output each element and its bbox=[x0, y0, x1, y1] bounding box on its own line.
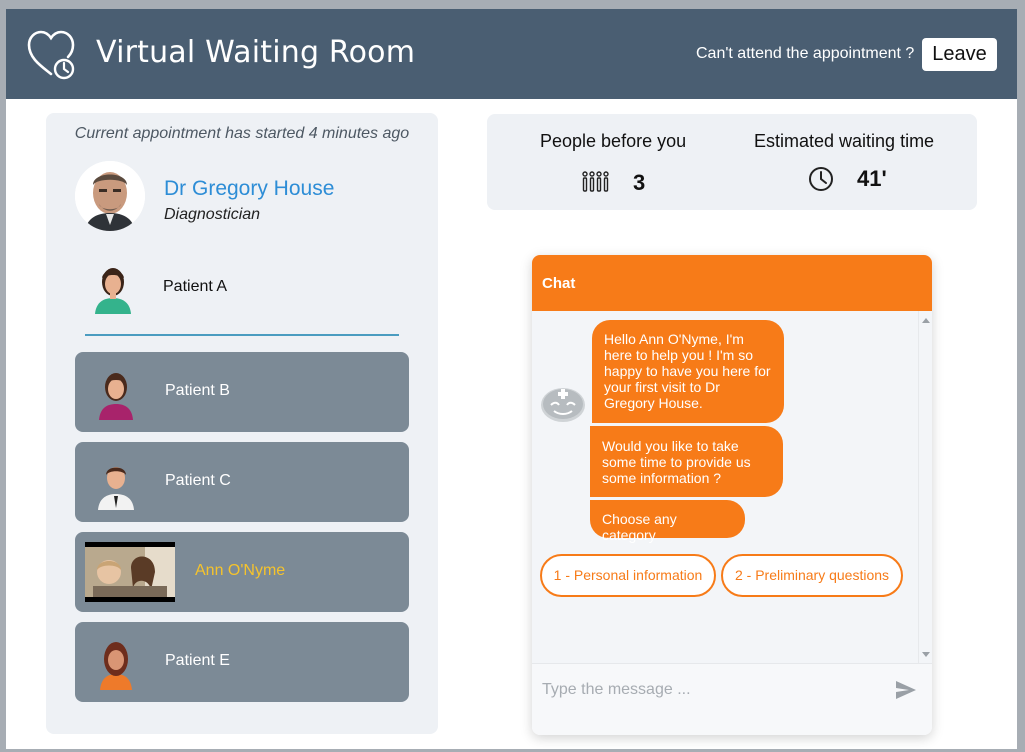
appointment-panel: Current appointment has started 4 minute… bbox=[46, 113, 438, 734]
doctor-portrait-icon bbox=[75, 161, 145, 231]
waiting-time-label: Estimated waiting time bbox=[754, 131, 935, 151]
chat-scrollbar[interactable] bbox=[918, 311, 932, 663]
current-patient-name: Patient A bbox=[163, 278, 228, 295]
cant-attend-text: Can't attend the appointment ? bbox=[696, 45, 915, 62]
woman-avatar-icon bbox=[99, 373, 133, 420]
people-before-label: People before you bbox=[540, 131, 687, 151]
waiting-stats: People before you 3 Estimated waiting ti… bbox=[487, 114, 977, 210]
option-personal-information-button[interactable]: 1 - Personal information bbox=[540, 554, 716, 597]
chat-header: Chat bbox=[532, 255, 932, 311]
chat-message: Choose any category bbox=[590, 500, 745, 543]
chat-footer bbox=[532, 715, 932, 735]
clock-icon bbox=[809, 167, 833, 191]
app-title: Virtual Waiting Room bbox=[96, 35, 416, 70]
top-bar: Virtual Waiting Room Can't attend the ap… bbox=[6, 9, 1017, 99]
chat-message: Would you like to take some time to prov… bbox=[590, 426, 783, 497]
queue-patient-name: Patient C bbox=[165, 472, 231, 489]
queue-item: Patient E bbox=[75, 622, 409, 702]
scroll-down-arrow-icon[interactable] bbox=[922, 652, 930, 657]
queue-item: Patient B bbox=[75, 352, 409, 432]
girl-avatar-icon bbox=[100, 642, 132, 690]
people-before-value: 3 bbox=[633, 170, 646, 195]
divider bbox=[85, 334, 399, 336]
man-avatar-icon bbox=[98, 467, 134, 510]
waiting-time-value: 41' bbox=[857, 166, 887, 191]
people-queue-icon bbox=[582, 171, 609, 192]
queue-patient-name: Patient E bbox=[165, 652, 230, 669]
chat-input-bar bbox=[532, 663, 932, 715]
video-thumbnail bbox=[85, 542, 175, 602]
chat-widget: Chat Hello Ann O'Nyme, I'm here to help … bbox=[532, 255, 932, 735]
heart-clock-logo-icon bbox=[27, 30, 75, 80]
woman-avatar-icon bbox=[95, 268, 131, 314]
doctor-name: Dr Gregory House bbox=[164, 177, 335, 200]
doctor-role: Diagnostician bbox=[164, 206, 261, 223]
app-window: Virtual Waiting Room Can't attend the ap… bbox=[6, 9, 1017, 749]
queue-item-me: Ann O'Nyme bbox=[75, 532, 409, 612]
option-preliminary-questions-button[interactable]: 2 - Preliminary questions bbox=[721, 554, 903, 597]
my-name: Ann O'Nyme bbox=[195, 562, 286, 579]
doctor-avatar bbox=[75, 161, 145, 231]
chat-title: Chat bbox=[542, 275, 576, 292]
appointment-status: Current appointment has started 4 minute… bbox=[74, 125, 410, 142]
queue-item: Patient C bbox=[75, 442, 409, 522]
message-input[interactable] bbox=[542, 678, 862, 702]
bot-avatar-icon bbox=[541, 388, 585, 422]
send-icon[interactable] bbox=[894, 679, 918, 701]
chat-message: Hello Ann O'Nyme, I'm here to help you !… bbox=[592, 320, 784, 423]
scroll-up-arrow-icon[interactable] bbox=[922, 318, 930, 323]
leave-button[interactable]: Leave bbox=[922, 38, 997, 71]
queue-patient-name: Patient B bbox=[165, 382, 230, 399]
current-patient-row: Patient A bbox=[75, 258, 410, 318]
